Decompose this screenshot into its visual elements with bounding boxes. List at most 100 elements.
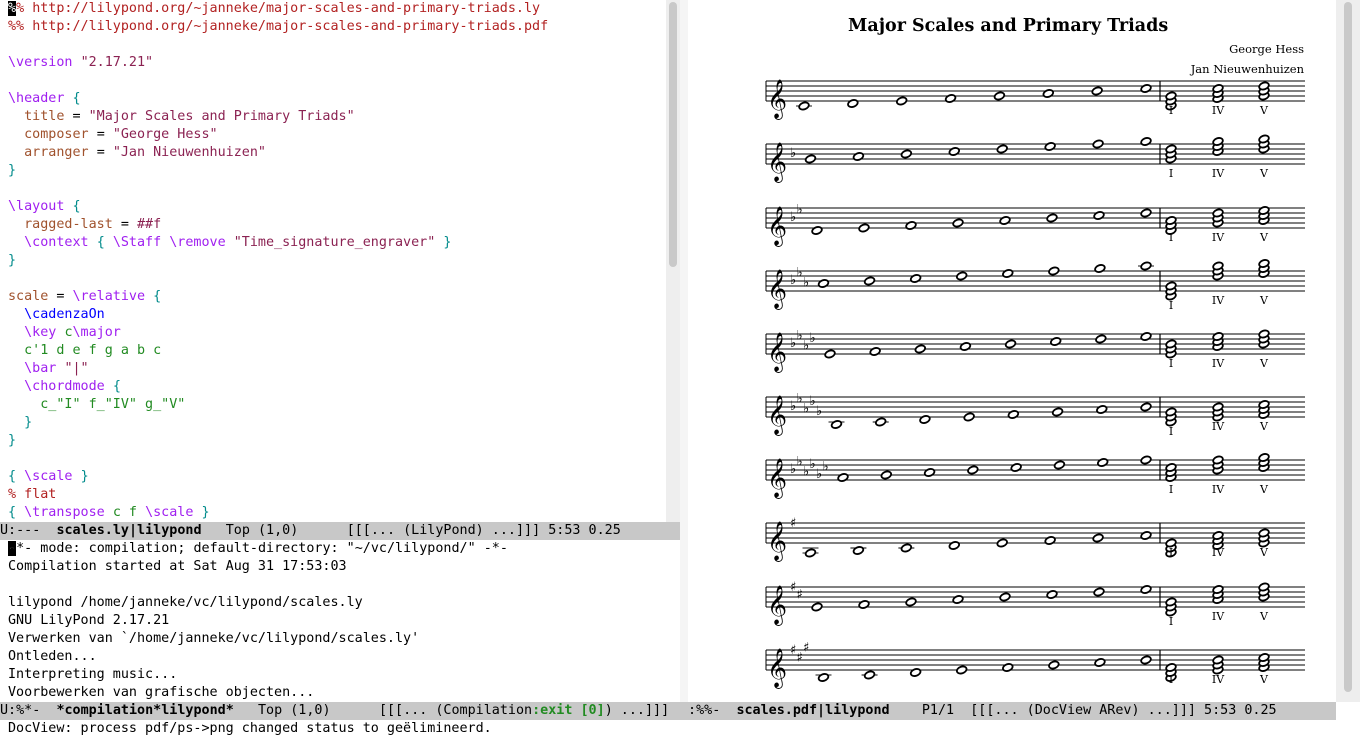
chord-label: I [1169, 104, 1173, 117]
exit-status: :exit [0] [532, 703, 605, 718]
editor-scrollbar[interactable] [666, 0, 680, 522]
modeline-buffer-name[interactable]: scales.pdf|lilypond [736, 703, 889, 718]
whole-note [811, 602, 823, 612]
sharp-sign: ♯ [797, 588, 803, 603]
modeline-mode-info[interactable]: [[[... (DocView ARev) ...]]] 5:53 0.25 [970, 703, 1276, 718]
whole-note [1044, 536, 1056, 545]
code-line-close-2: } [8, 253, 17, 268]
chord-label: V [1259, 104, 1269, 117]
flat-sign: ♭ [803, 465, 809, 480]
comp-command: lilypond /home/janneke/vc/lilypond/scale… [8, 595, 363, 610]
chord-label: V [1259, 673, 1269, 686]
code-line-composer: composer = "George Hess" [24, 127, 218, 142]
chord-label: I [1169, 546, 1173, 559]
whole-note [996, 144, 1008, 154]
flat-sign: ♭ [797, 329, 803, 344]
editor-scrollbar-thumb[interactable] [669, 2, 677, 267]
code-line-scale-call: { \scale } [8, 469, 89, 484]
modeline-buffer-name[interactable]: scales.ly|lilypond [56, 523, 201, 538]
treble-clef: 𝄞 [767, 269, 787, 310]
whole-note [804, 548, 817, 558]
code-line-2: %% http://lilypond.org/~janneke/major-sc… [8, 19, 549, 34]
whole-note [1096, 458, 1109, 467]
flat-sign: ♭ [816, 467, 822, 482]
whole-note [999, 592, 1011, 602]
modeline-mode-info[interactable]: [[[... (Compilation:exit [0]) ...]]] [379, 703, 669, 718]
modeline-mode-info[interactable]: [[[... (LilyPond) ...]]] 5:53 0.25 [347, 523, 621, 538]
whole-note [999, 216, 1011, 225]
flat-sign: ♭ [790, 462, 796, 477]
whole-note [1095, 334, 1107, 344]
whole-note [1093, 587, 1105, 597]
modeline-compilation[interactable]: U:%*- *compilation*lilypond* Top (1,0) [… [0, 702, 680, 720]
chord-label: IV [1212, 167, 1225, 180]
code-line-bar: \bar "|" [24, 361, 89, 376]
flat-sign: ♭ [790, 399, 796, 414]
chord-label: V [1259, 546, 1269, 559]
whole-note [811, 226, 823, 235]
chord-label: V [1259, 420, 1269, 433]
pdf-scrollbar-thumb[interactable] [1344, 2, 1352, 692]
whole-note [1092, 139, 1104, 149]
chord-label: IV [1212, 420, 1225, 433]
chord-label: I [1169, 357, 1173, 370]
flat-sign: ♭ [790, 273, 796, 288]
whole-note [967, 465, 979, 475]
editor-pane[interactable]: %% http://lilypond.org/~janneke/major-sc… [0, 0, 666, 522]
whole-note [852, 152, 865, 161]
comp-version: GNU LilyPond 2.17.21 [8, 613, 170, 628]
whole-note [824, 349, 836, 359]
comp-interpreting: Interpreting music... [8, 667, 178, 682]
whole-note [1004, 339, 1017, 349]
flat-sign: ♭ [803, 276, 809, 291]
comp-processing: Verwerken van `/home/janneke/vc/lilypond… [8, 631, 420, 646]
flat-sign: ♭ [810, 394, 816, 409]
whole-note [1046, 590, 1058, 599]
chord-label: IV [1212, 610, 1225, 623]
chord-label: V [1259, 357, 1269, 370]
code-line-ragged: ragged-last = ##f [24, 217, 162, 232]
whole-note [959, 342, 972, 351]
code-line-header: \header { [8, 91, 81, 106]
pdf-viewer[interactable]: Major Scales and Primary Triads George H… [688, 0, 1336, 702]
whole-note [895, 96, 908, 106]
compilation-pane[interactable]: --*- mode: compilation; default-director… [0, 540, 680, 702]
flat-sign: ♭ [790, 210, 796, 225]
chord-label: V [1259, 610, 1269, 623]
whole-note [1140, 655, 1152, 665]
whole-note [923, 468, 936, 477]
code-line-scale: scale = \relative { [8, 289, 162, 304]
modeline-docview[interactable]: :%%- scales.pdf|lilypond P1/1 [[[... (Do… [680, 702, 1336, 720]
whole-note [798, 101, 810, 111]
whole-note [909, 274, 922, 283]
whole-note [952, 595, 964, 604]
whole-note [880, 470, 893, 480]
whole-note [1140, 137, 1152, 146]
pdf-scrollbar[interactable] [1336, 0, 1360, 702]
chord-label: IV [1212, 231, 1225, 244]
score-music: 𝄞 I IV V𝄞 ♭I IV V𝄞 ♭ ♭I IV V𝄞 ♭ ♭♭I IV V𝄞 ♭ ♭♭ ♭I IV V𝄞 ♭ ♭♭ ♭… [765, 79, 1305, 689]
echo-area[interactable]: DocView: process pdf/ps->png changed sta… [0, 720, 1360, 744]
whole-note [1140, 84, 1152, 93]
window-divider[interactable] [680, 0, 688, 702]
flat-sign: ♭ [816, 404, 822, 419]
whole-note [914, 344, 927, 354]
whole-note [1010, 463, 1022, 472]
chord-label: V [1259, 483, 1269, 496]
whole-note [858, 223, 870, 233]
whole-note [837, 473, 849, 482]
code-line-close-1: } [8, 163, 17, 178]
whole-note [900, 543, 913, 553]
flat-sign: ♭ [790, 336, 796, 351]
chord-label: IV [1212, 294, 1225, 307]
whole-note [830, 420, 843, 429]
chord-label: I [1169, 673, 1173, 686]
flat-sign: ♭ [790, 146, 796, 161]
modeline-editor[interactable]: U:--- scales.ly|lilypond Top (1,0) [[[..… [0, 522, 680, 540]
whole-note [963, 412, 975, 422]
whole-note [900, 149, 913, 159]
chord-label: IV [1212, 546, 1225, 559]
whole-note [1096, 405, 1108, 414]
flat-sign: ♭ [797, 455, 803, 470]
modeline-buffer-name[interactable]: *compilation*lilypond* [56, 703, 233, 718]
